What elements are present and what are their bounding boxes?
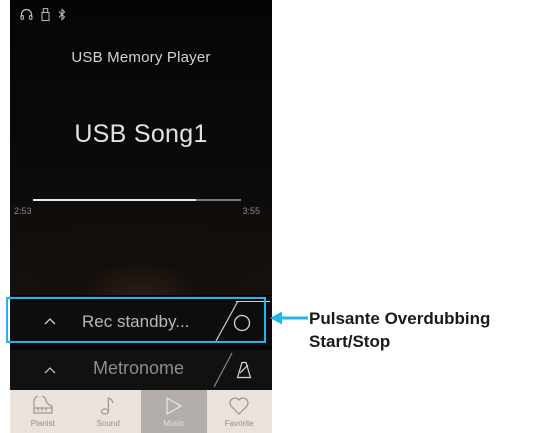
- progress-bar[interactable]: [33, 199, 241, 201]
- rec-standby-bar[interactable]: Rec standby...: [10, 297, 272, 345]
- song-title[interactable]: USB Song1: [10, 120, 272, 149]
- tab-label-favorite: Favorite: [224, 419, 254, 428]
- rec-standby-label: Rec standby...: [82, 312, 190, 331]
- tab-music[interactable]: Music: [141, 390, 207, 433]
- tab-favorite[interactable]: Favorite: [207, 390, 273, 433]
- progress-fill: [33, 199, 197, 201]
- play-icon: [166, 396, 182, 416]
- tab-sound[interactable]: Sound: [76, 390, 142, 433]
- grand-piano-icon: [33, 396, 53, 414]
- tab-label-pianist: Pianist: [30, 419, 55, 428]
- music-note-icon: [101, 397, 114, 415]
- device-screen: USB Memory Player USB Song1 2:53 3:55 Re…: [10, 0, 272, 433]
- callout-line-2: Start/Stop: [309, 332, 391, 351]
- metronome-button[interactable]: [232, 358, 256, 382]
- metronome-label: Metronome: [93, 358, 185, 378]
- status-bar: [20, 6, 66, 22]
- player-title: USB Memory Player: [71, 49, 211, 66]
- headphones-icon: [20, 8, 33, 20]
- overdub-start-stop-button[interactable]: [230, 311, 254, 335]
- chevron-up-icon[interactable]: [38, 297, 62, 345]
- metronome-bar[interactable]: Metronome: [10, 350, 272, 390]
- callout-arrow: [270, 311, 308, 325]
- metronome-icon: [236, 361, 252, 379]
- callout-line-1: Pulsante Overdubbing: [309, 309, 491, 328]
- chevron-up-icon[interactable]: [38, 350, 62, 390]
- elapsed-time: 2:53: [14, 206, 32, 216]
- divider-slash: [213, 352, 233, 388]
- bluetooth-icon: [58, 7, 66, 21]
- tab-label-music: Music: [163, 419, 185, 428]
- usb-icon: [41, 7, 50, 21]
- tab-pianist[interactable]: Pianist: [10, 390, 76, 433]
- callout-text: Pulsante Overdubbing Start/Stop: [309, 307, 490, 353]
- total-time: 3:55: [242, 206, 260, 216]
- bottom-tab-bar: Pianist Sound Music Favorite: [10, 390, 272, 433]
- tab-label-sound: Sound: [96, 419, 120, 428]
- heart-icon: [229, 397, 249, 415]
- overdub-circle-icon: [233, 314, 251, 332]
